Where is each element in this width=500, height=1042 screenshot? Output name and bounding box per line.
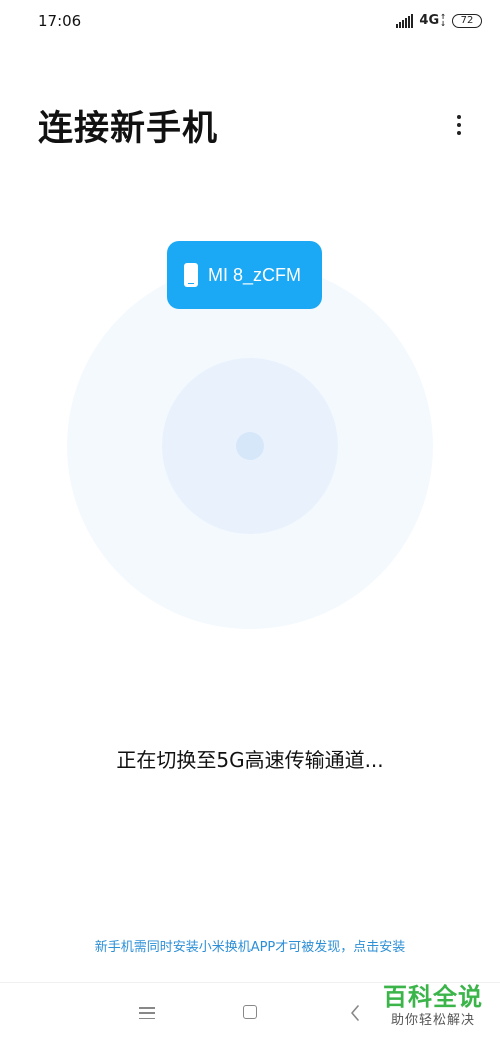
install-app-link[interactable]: 新手机需同时安装小米换机APP才可被发现，点击安装 xyxy=(0,936,500,955)
status-bar: 17:06 4G ↑ ↓ 72 xyxy=(0,0,500,44)
page-title: 连接新手机 xyxy=(38,109,219,149)
network-type: 4G xyxy=(419,13,440,28)
signal-icon xyxy=(396,14,414,28)
device-chip[interactable]: MI 8_zCFM xyxy=(167,241,322,309)
connection-status-message: 正在切换至5G高速传输通道... xyxy=(116,748,384,772)
status-indicators: 4G ↑ ↓ 72 xyxy=(396,12,482,30)
watermark-logo: 百科全说 助你轻松解决 xyxy=(374,982,492,1038)
back-icon[interactable] xyxy=(347,1003,363,1023)
device-name: MI 8_zCFM xyxy=(208,264,302,285)
radar-center-dot xyxy=(236,432,264,460)
status-time: 17:06 xyxy=(38,12,82,30)
network-indicator: 4G ↑ ↓ xyxy=(419,14,446,28)
more-options-button[interactable] xyxy=(446,108,472,142)
battery-level: 72 xyxy=(460,15,474,26)
menu-icon[interactable] xyxy=(139,1007,155,1019)
more-vertical-icon xyxy=(457,115,461,119)
watermark-title: 百科全说 xyxy=(383,983,483,1011)
data-arrows-icon: ↑ ↓ xyxy=(440,13,446,28)
battery-icon: 72 xyxy=(452,14,482,28)
phone-icon xyxy=(184,263,198,287)
home-icon[interactable] xyxy=(243,1005,257,1019)
watermark-subtitle: 助你轻松解决 xyxy=(390,1013,475,1028)
